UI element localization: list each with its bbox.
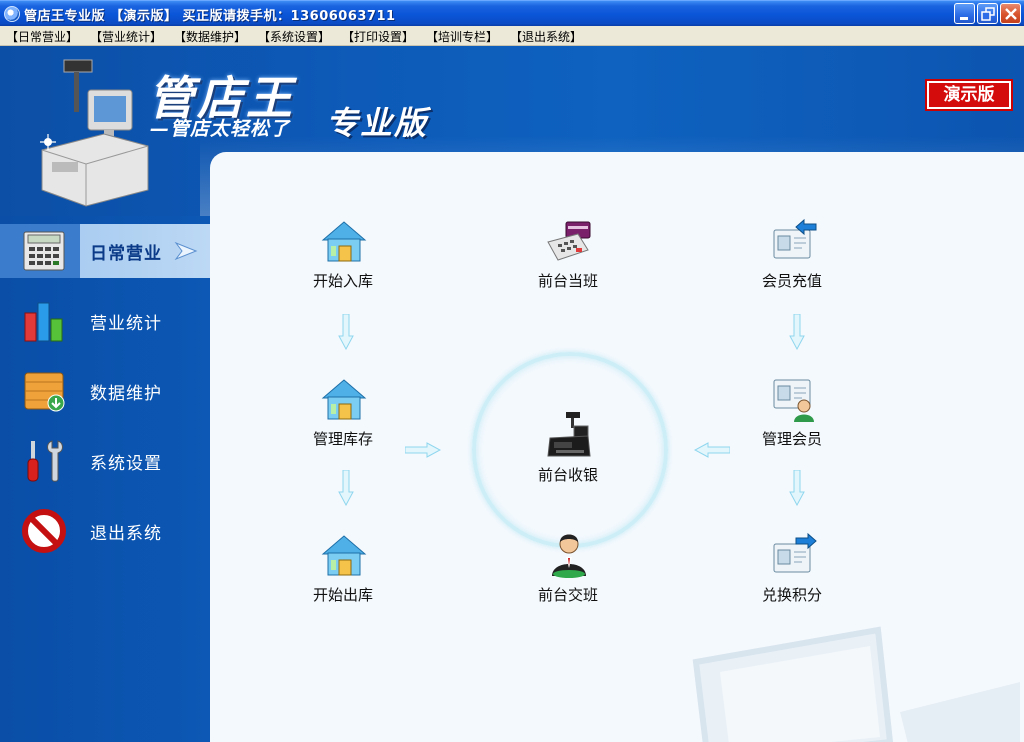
sidebar-item-daily-business[interactable]: 日常营业 xyxy=(0,224,210,278)
workflow-panel: 开始入库 管理库存 开始出库 前台当班 前台收银 前台交班 会员充值 管理会员 … xyxy=(210,152,1024,742)
logo-edition: 专业版 xyxy=(326,104,429,142)
app-icon xyxy=(4,6,20,22)
crate-icon xyxy=(24,372,65,412)
arrow-down-icon xyxy=(338,314,354,350)
warehouse-icon xyxy=(321,379,367,420)
stock-out-label: 开始出库 xyxy=(312,586,373,604)
main-area: 管店王 —管店太轻松了 专业版 演示版 日常营业 营业统计 数据维护 系统设置 … xyxy=(0,46,1024,742)
minimize-icon xyxy=(960,17,968,20)
demo-badge-text: 演示版 xyxy=(929,83,1009,107)
logo-slogan: —管店太轻松了 xyxy=(150,118,291,140)
minimize-button[interactable] xyxy=(954,3,975,24)
member-recharge-label: 会员充值 xyxy=(761,272,822,290)
close-button[interactable] xyxy=(1000,3,1021,24)
handover-label: 前台交班 xyxy=(537,586,598,604)
sidebar-item-business-stats[interactable]: 营业统计 xyxy=(0,294,210,348)
on-duty-node[interactable]: 前台当班 xyxy=(508,218,628,296)
monitor-watermark-icon xyxy=(692,626,1020,742)
redeem-points-label: 兑换积分 xyxy=(761,586,822,604)
calculator-icon xyxy=(23,231,65,271)
no-entry-icon xyxy=(22,509,66,553)
window-title: 管店王专业版 【演示版】 买正版请拨手机：13606063711 xyxy=(24,9,396,24)
arrow-down-icon xyxy=(789,314,805,350)
handover-node[interactable]: 前台交班 xyxy=(508,532,628,610)
menu-training[interactable]: 【培训专栏】 xyxy=(426,28,498,45)
restore-button[interactable] xyxy=(977,3,998,24)
member-recharge-node[interactable]: 会员充值 xyxy=(732,218,852,296)
inventory-label: 管理库存 xyxy=(312,430,373,448)
stock-in-label: 开始入库 xyxy=(312,272,373,290)
person-icon xyxy=(552,534,586,578)
demo-badge: 演示版 xyxy=(925,79,1013,111)
sidebar-item-label: 系统设置 xyxy=(90,454,162,474)
checkout-label: 前台收银 xyxy=(537,466,598,484)
menu-data-maintenance[interactable]: 【数据维护】 xyxy=(174,28,246,45)
menu-system-settings[interactable]: 【系统设置】 xyxy=(258,28,330,45)
sidebar-item-exit-system[interactable]: 退出系统 xyxy=(0,504,210,558)
arrow-left-icon xyxy=(694,442,730,458)
menu-bar: 【日常营业】 【营业统计】 【数据维护】 【系统设置】 【打印设置】 【培训专栏… xyxy=(0,26,1024,46)
sidebar-item-data-maintenance[interactable]: 数据维护 xyxy=(0,364,210,418)
on-duty-label: 前台当班 xyxy=(537,272,598,290)
chevron-right-icon xyxy=(174,241,198,261)
stock-out-node[interactable]: 开始出库 xyxy=(283,532,403,610)
stock-in-node[interactable]: 开始入库 xyxy=(283,218,403,296)
card-terminal-icon xyxy=(547,221,591,261)
menu-print-settings[interactable]: 【打印设置】 xyxy=(342,28,414,45)
sidebar: 日常营业 营业统计 数据维护 系统设置 退出系统 xyxy=(0,216,210,742)
sidebar-item-label: 日常营业 xyxy=(90,244,162,264)
manage-members-node[interactable]: 管理会员 xyxy=(732,376,852,454)
arrow-down-icon xyxy=(338,470,354,506)
member-card-out-icon xyxy=(773,532,817,573)
member-card-icon xyxy=(773,379,814,422)
menu-business-stats[interactable]: 【营业统计】 xyxy=(90,28,162,45)
bar-chart-icon xyxy=(24,302,63,342)
close-icon xyxy=(1005,8,1017,20)
arrow-right-icon xyxy=(405,442,441,458)
manage-members-label: 管理会员 xyxy=(761,430,822,448)
title-bar: 管店王专业版 【演示版】 买正版请拨手机：13606063711 xyxy=(0,0,1024,26)
menu-exit-system[interactable]: 【退出系统】 xyxy=(510,28,582,45)
sidebar-item-system-settings[interactable]: 系统设置 xyxy=(0,434,210,488)
inventory-node[interactable]: 管理库存 xyxy=(283,376,403,454)
restore-icon xyxy=(981,7,995,21)
sidebar-item-label: 营业统计 xyxy=(90,314,162,334)
tools-icon xyxy=(27,440,63,482)
menu-daily-business[interactable]: 【日常营业】 xyxy=(6,28,78,45)
sidebar-item-label: 数据维护 xyxy=(90,384,162,404)
checkout-node[interactable]: 前台收银 xyxy=(508,412,628,490)
warehouse-icon xyxy=(321,535,367,576)
arrow-down-icon xyxy=(789,470,805,506)
member-card-in-icon xyxy=(773,218,817,259)
warehouse-icon xyxy=(321,221,367,262)
cash-register-icon xyxy=(547,412,591,457)
redeem-points-node[interactable]: 兑换积分 xyxy=(732,532,852,610)
sidebar-item-label: 退出系统 xyxy=(90,524,162,544)
